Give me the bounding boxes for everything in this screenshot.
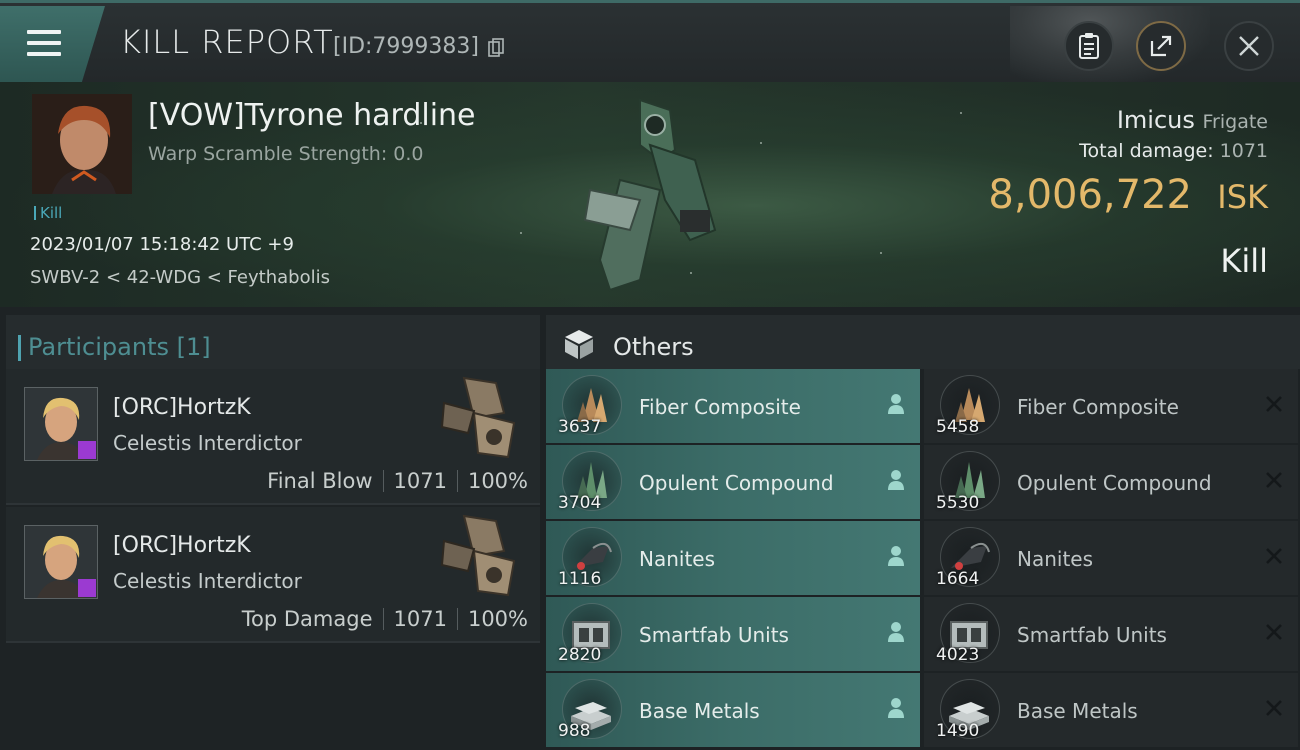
destroyed-x-icon (1266, 396, 1282, 412)
share-icon (1150, 35, 1172, 57)
others-title: Others (613, 333, 694, 361)
destroyed-item[interactable]: 1664 Nanites (924, 521, 1298, 595)
participant-avatar[interactable] (24, 525, 98, 599)
item-quantity: 988 (558, 721, 591, 741)
item-name: Base Metals (639, 699, 760, 723)
dropped-item[interactable]: 3637 Fiber Composite (546, 369, 920, 443)
kill-result: Kill (1220, 242, 1268, 280)
item-quantity: 2820 (558, 645, 602, 665)
item-name: Fiber Composite (1017, 395, 1179, 419)
participant-ship: Celestis Interdictor (113, 431, 302, 455)
item-name: Nanites (639, 547, 716, 571)
participants-title: Participants [1] (18, 333, 211, 361)
participant-role: Top Damage (241, 607, 373, 631)
dropped-item[interactable]: 2820 Smartfab Units (546, 597, 920, 671)
total-damage-value: 1071 (1219, 140, 1268, 162)
person-icon (888, 698, 904, 718)
destroyed-item[interactable]: 5530 Opulent Compound (924, 445, 1298, 519)
participant-stats: Final Blow 1071 100% (267, 469, 528, 493)
item-name: Smartfab Units (639, 623, 789, 647)
participant-row[interactable]: [ORC]HortzK Celestis Interdictor Final B… (6, 369, 540, 505)
victim-ship-name: Imicus (1116, 106, 1195, 134)
clipboard-icon (1079, 33, 1099, 59)
participant-stats: Top Damage 1071 100% (242, 607, 528, 631)
dropped-item[interactable]: 1116 Nanites (546, 521, 920, 595)
corp-badge-icon (78, 579, 96, 597)
item-name: Fiber Composite (639, 395, 801, 419)
participant-name[interactable]: [ORC]HortzK (113, 533, 251, 558)
participant-name[interactable]: [ORC]HortzK (113, 395, 251, 420)
item-quantity: 1116 (558, 569, 602, 589)
close-button[interactable] (1224, 21, 1274, 71)
dropped-item[interactable]: 3704 Opulent Compound (546, 445, 920, 519)
person-icon (888, 546, 904, 566)
person-icon (888, 470, 904, 490)
participants-count: [1] (176, 333, 211, 361)
participants-panel: Participants [1] [ORC]HortzK Celestis In… (0, 307, 540, 750)
others-panel: Others 3637 Fiber Composite 3704 Opulent Co… (540, 307, 1300, 750)
participants-header: Participants [1] (6, 315, 540, 372)
participant-ship-image[interactable] (434, 511, 530, 601)
close-icon (1239, 36, 1259, 56)
kill-tag: Kill (34, 204, 62, 222)
menu-icon (27, 30, 61, 56)
participant-damage: 1071 (393, 607, 447, 631)
destroyed-x-icon (1266, 548, 1282, 564)
header-bar: KILL REPORT [ID:7999383] (0, 0, 1300, 85)
copy-icon[interactable] (488, 38, 504, 58)
kill-datetime: 2023/01/07 15:18:42 UTC +9 (30, 234, 294, 255)
person-icon (888, 622, 904, 642)
item-name: Opulent Compound (1017, 471, 1212, 495)
cube-icon (565, 330, 593, 359)
destroyed-x-icon (1266, 624, 1282, 640)
destroyed-item[interactable]: 5458 Fiber Composite (924, 369, 1298, 443)
item-quantity: 4023 (936, 645, 980, 665)
item-name: Smartfab Units (1017, 623, 1167, 647)
kill-location[interactable]: SWBV-2 < 42-WDG < Feythabolis (30, 267, 330, 288)
victim-avatar-image (32, 94, 132, 194)
menu-button[interactable] (0, 6, 105, 82)
item-name: Base Metals (1017, 699, 1138, 723)
item-quantity: 1490 (936, 721, 980, 741)
isk-value: 8,006,722 (988, 172, 1192, 218)
page-title: KILL REPORT (120, 23, 334, 61)
item-quantity: 3637 (558, 417, 602, 437)
victim-ship-image[interactable] (580, 90, 730, 300)
item-name: Nanites (1017, 547, 1094, 571)
item-quantity: 5458 (936, 417, 980, 437)
participant-ship: Celestis Interdictor (113, 569, 302, 593)
destroyed-item[interactable]: 4023 Smartfab Units (924, 597, 1298, 671)
victim-ship-class: Frigate (1202, 111, 1268, 133)
item-quantity: 3704 (558, 493, 602, 513)
dropped-item[interactable]: 988 Base Metals (546, 673, 920, 747)
total-damage-label: Total damage: (1079, 140, 1214, 162)
warp-scramble-strength: Warp Scramble Strength: 0.0 (148, 143, 424, 165)
participant-percent: 100% (467, 469, 528, 493)
others-header: Others (546, 315, 1300, 369)
share-button[interactable] (1136, 21, 1186, 71)
destroyed-x-icon (1266, 472, 1282, 488)
victim-portrait[interactable] (32, 94, 132, 194)
victim-name[interactable]: [VOW]Tyrone hardline (148, 98, 476, 133)
participant-role: Final Blow (267, 469, 373, 493)
participant-row[interactable]: [ORC]HortzK Celestis Interdictor Top Dam… (6, 507, 540, 643)
clipboard-button[interactable] (1064, 21, 1114, 71)
participant-avatar[interactable] (24, 387, 98, 461)
corp-badge-icon (78, 441, 96, 459)
item-name: Opulent Compound (639, 471, 834, 495)
victim-ship: Imicus Frigate (1117, 106, 1268, 134)
participants-title-label: Participants (28, 333, 169, 361)
isk-unit: ISK (1217, 178, 1268, 216)
person-icon (888, 394, 904, 414)
total-damage: Total damage: 1071 (1079, 140, 1268, 162)
report-id: [ID:7999383] (333, 34, 479, 59)
participant-ship-image[interactable] (434, 373, 530, 463)
destroyed-x-icon (1266, 700, 1282, 716)
item-quantity: 5530 (936, 493, 980, 513)
participant-damage: 1071 (393, 469, 447, 493)
destroyed-item[interactable]: 1490 Base Metals (924, 673, 1298, 747)
victim-banner: [VOW]Tyrone hardline Warp Scramble Stren… (0, 82, 1300, 307)
participant-percent: 100% (467, 607, 528, 631)
item-quantity: 1664 (936, 569, 980, 589)
